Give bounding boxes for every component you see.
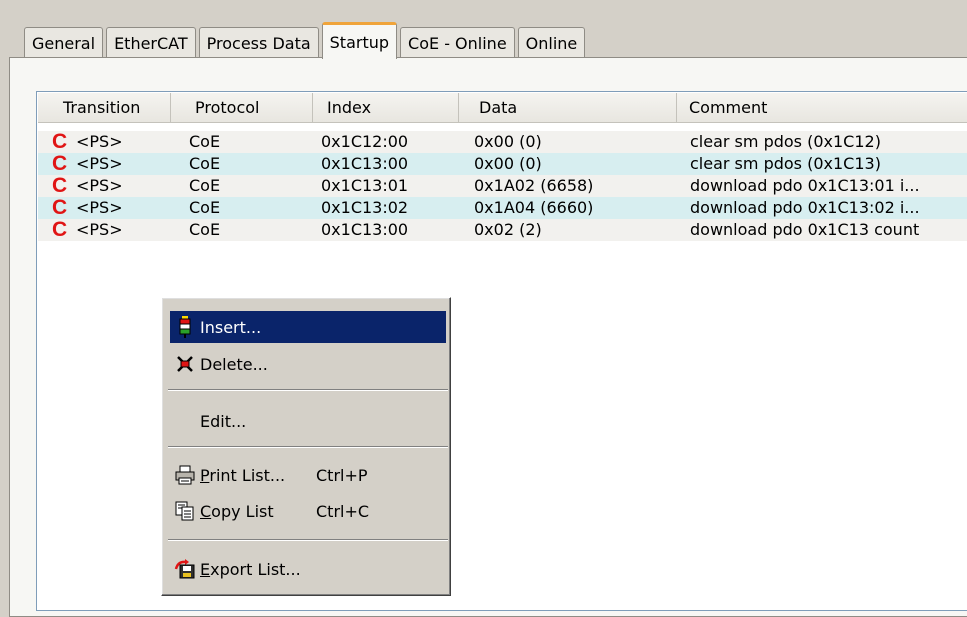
cell-protocol: CoE bbox=[189, 176, 221, 195]
menu-shortcut: Ctrl+P bbox=[316, 465, 368, 485]
cell-protocol: CoE bbox=[189, 220, 221, 239]
tab-coe-online[interactable]: CoE - Online bbox=[400, 27, 515, 58]
menu-label: Export List... bbox=[200, 559, 301, 579]
menu-item-print-list[interactable]: Print List... Ctrl+P bbox=[170, 459, 446, 491]
column-header-protocol[interactable]: Protocol bbox=[171, 93, 313, 122]
cell-index: 0x1C13:02 bbox=[321, 198, 409, 217]
tab-ethercat[interactable]: EtherCAT bbox=[106, 27, 196, 58]
cell-index: 0x1C13:00 bbox=[321, 154, 409, 173]
menu-label: Insert... bbox=[200, 317, 262, 337]
menu-label: Copy List bbox=[200, 501, 274, 521]
menu-item-insert[interactable]: Insert... bbox=[170, 311, 446, 343]
cell-data: 0x00 (0) bbox=[474, 154, 542, 173]
cell-protocol: CoE bbox=[189, 132, 221, 151]
delete-icon bbox=[170, 348, 200, 380]
cell-transition: <PS> bbox=[76, 132, 123, 151]
menu-shortcut: Ctrl+C bbox=[316, 501, 370, 521]
edit-icon bbox=[170, 405, 200, 437]
cell-comment: clear sm pdos (0x1C12) bbox=[690, 132, 881, 151]
cell-comment: download pdo 0x1C13 count bbox=[690, 220, 920, 239]
cell-transition: <PS> bbox=[76, 220, 123, 239]
cell-transition: <PS> bbox=[76, 176, 123, 195]
table-row[interactable]: C <PS> CoE 0x1C13:01 0x1A02 (6658) downl… bbox=[38, 175, 967, 197]
cell-index: 0x1C13:00 bbox=[321, 220, 409, 239]
copy-icon bbox=[170, 495, 200, 527]
cell-protocol: CoE bbox=[189, 198, 221, 217]
menu-label: Print List... bbox=[200, 465, 286, 485]
table-row[interactable]: C <PS> CoE 0x1C13:02 0x1A04 (6660) downl… bbox=[38, 197, 967, 219]
cell-transition: <PS> bbox=[76, 198, 123, 217]
coe-flag-icon: C bbox=[52, 152, 68, 175]
column-header-transition[interactable]: Transition bbox=[38, 93, 171, 122]
tab-startup[interactable]: Startup bbox=[321, 22, 398, 59]
cell-comment: clear sm pdos (0x1C13) bbox=[690, 154, 881, 173]
coe-flag-icon: C bbox=[52, 130, 68, 153]
menu-separator bbox=[168, 446, 448, 448]
table-row[interactable]: C <PS> CoE 0x1C13:00 0x02 (2) download p… bbox=[38, 219, 967, 241]
list-header: Transition Protocol Index Data Comment bbox=[38, 93, 967, 123]
menu-separator bbox=[168, 539, 448, 541]
insert-icon bbox=[170, 311, 200, 343]
cell-transition: <PS> bbox=[76, 154, 123, 173]
cell-protocol: CoE bbox=[189, 154, 221, 173]
cell-index: 0x1C13:01 bbox=[321, 176, 409, 195]
export-icon bbox=[170, 553, 200, 585]
column-header-comment[interactable]: Comment bbox=[677, 93, 967, 122]
cell-data: 0x02 (2) bbox=[474, 220, 542, 239]
context-menu: Insert... Delete... Edit... Print List..… bbox=[161, 297, 451, 596]
menu-item-copy-list[interactable]: Copy List Ctrl+C bbox=[170, 495, 446, 527]
menu-item-edit[interactable]: Edit... bbox=[170, 405, 446, 437]
cell-data: 0x1A02 (6658) bbox=[474, 176, 594, 195]
tab-process-data[interactable]: Process Data bbox=[198, 27, 319, 58]
menu-item-export-list[interactable]: Export List... bbox=[170, 553, 446, 585]
column-header-index[interactable]: Index bbox=[313, 93, 459, 122]
menu-separator bbox=[168, 389, 448, 391]
cell-comment: download pdo 0x1C13:01 i... bbox=[690, 176, 920, 195]
cell-index: 0x1C12:00 bbox=[321, 132, 409, 151]
cell-data: 0x00 (0) bbox=[474, 132, 542, 151]
cell-data: 0x1A04 (6660) bbox=[474, 198, 594, 217]
menu-label: Edit... bbox=[200, 411, 247, 431]
tab-strip: General EtherCAT Process Data Startup Co… bbox=[24, 22, 588, 59]
tab-general[interactable]: General bbox=[24, 27, 104, 58]
coe-flag-icon: C bbox=[52, 196, 68, 219]
table-row[interactable]: C <PS> CoE 0x1C12:00 0x00 (0) clear sm p… bbox=[38, 131, 967, 153]
coe-flag-icon: C bbox=[52, 174, 68, 197]
tab-online[interactable]: Online bbox=[517, 27, 586, 58]
table-row[interactable]: C <PS> CoE 0x1C13:00 0x00 (0) clear sm p… bbox=[38, 153, 967, 175]
cell-comment: download pdo 0x1C13:02 i... bbox=[690, 198, 920, 217]
menu-label: Delete... bbox=[200, 354, 268, 374]
printer-icon bbox=[170, 459, 200, 491]
menu-item-delete[interactable]: Delete... bbox=[170, 348, 446, 380]
column-header-data[interactable]: Data bbox=[459, 93, 677, 122]
coe-flag-icon: C bbox=[52, 218, 68, 241]
